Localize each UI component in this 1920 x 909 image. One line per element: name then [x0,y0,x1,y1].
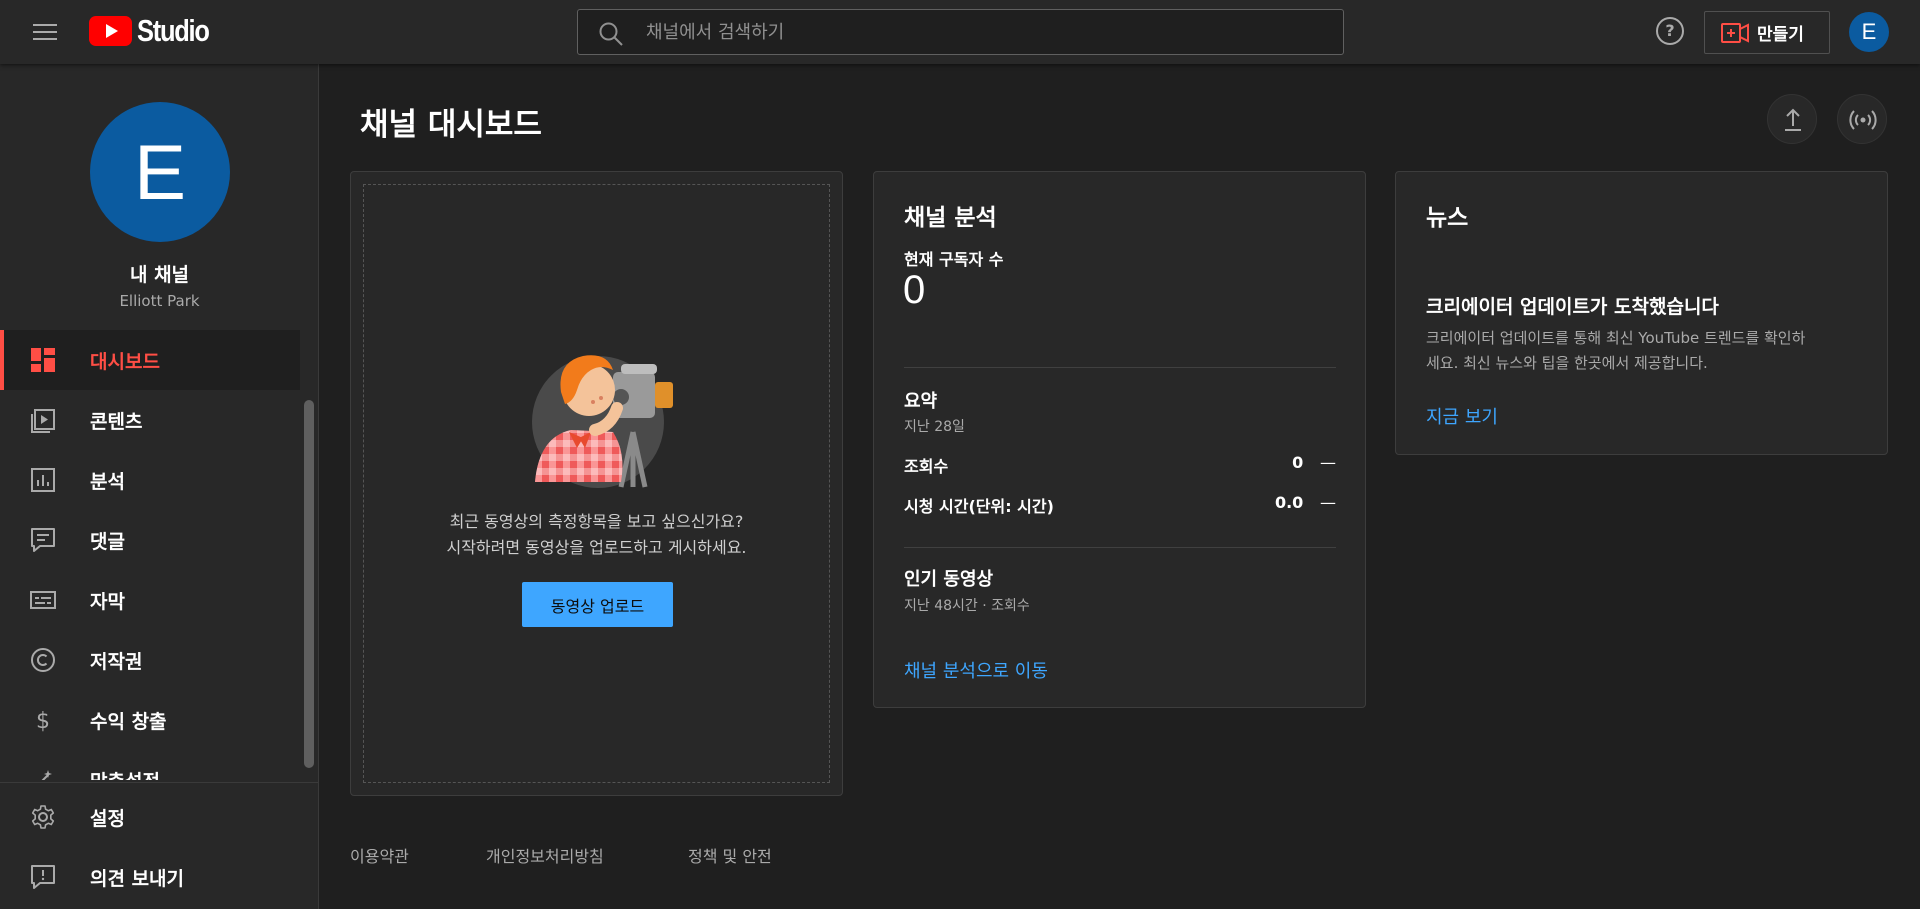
metric-label: 조회수 [904,457,949,476]
summary-period: 지난 28일 [904,419,965,435]
metric-label: 시청 시간(단위: 시간) [904,497,1054,516]
terms-link[interactable]: 이용약관 [350,843,409,867]
sidebar-item-label: 수익 창출 [90,710,167,733]
news-card: 뉴스 크리에이터 업데이트가 도착했습니다 크리에이터 업데이트를 통해 최신 … [1395,171,1888,455]
sidebar-item-label: 댓글 [90,530,125,553]
channel-avatar[interactable]: E [90,102,230,242]
comments-icon [31,528,55,552]
sidebar: E 내 채널 Elliott Park 대시보드 콘텐츠 분석 댓글 자막 저작… [0,64,319,909]
create-video-icon [1721,22,1749,43]
page-title: 채널 대시보드 [360,107,542,143]
sidebar-item-label: 설정 [90,807,125,830]
channel-analytics-card: 채널 분석 현재 구독자 수 0 요약 지난 28일 조회수 0 — 시청 시간… [873,171,1366,708]
upload-prompt-line2: 시작하려면 동영상을 업로드하고 게시하세요. [446,538,747,557]
sidebar-item-label: 대시보드 [90,350,160,373]
sidebar-item-feedback[interactable]: 의견 보내기 [0,847,318,907]
feedback-icon [31,865,55,889]
youtube-logo-icon [89,16,132,46]
sidebar-item-label: 콘텐츠 [90,410,143,433]
subtitles-icon [30,591,56,609]
sidebar-item-analytics[interactable]: 분석 [0,450,300,510]
sidebar-item-dashboard[interactable]: 대시보드 [0,330,300,390]
analytics-icon [31,468,55,492]
metric-value: 0 — [1292,453,1336,472]
metric-row-views: 조회수 0 — [904,453,1336,477]
dashboard-icon [31,348,55,372]
sidebar-item-label: 저작권 [90,650,143,673]
search-icon[interactable] [598,21,624,47]
sidebar-item-customization[interactable]: 맞춤설정 [0,750,300,780]
news-body-line2: 세요. 최신 뉴스와 팁을 한곳에서 제공합니다. [1426,354,1708,372]
upload-card: 최근 동영상의 측정항목을 보고 싶으신가요? 시작하려면 동영상을 업로드하고… [350,171,843,796]
top-videos-subtitle: 지난 48시간 · 조회수 [904,598,1030,614]
channel-name: Elliott Park [119,292,200,310]
policy-safety-link[interactable]: 정책 및 안전 [688,843,772,867]
monetization-icon: $ [36,709,50,733]
sidebar-item-copyright[interactable]: 저작권 [0,630,300,690]
summary-title: 요약 [904,391,938,412]
news-body-line1: 크리에이터 업데이트를 통해 최신 YouTube 트렌드를 확인하 [1426,329,1806,347]
sidebar-nav: 대시보드 콘텐츠 분석 댓글 자막 저작권 $ 수익 창출 [0,330,300,780]
sidebar-item-content[interactable]: 콘텐츠 [0,390,300,450]
live-stream-icon [1849,110,1877,130]
analytics-card-title: 채널 분석 [904,205,997,231]
create-button[interactable]: 만들기 [1704,11,1830,54]
top-videos-title: 인기 동영상 [904,569,994,590]
create-button-label: 만들기 [1757,25,1804,45]
logo-text: Studio [137,13,210,48]
upload-video-cta[interactable]: 동영상 업로드 [522,582,673,627]
sidebar-item-monetization[interactable]: $ 수익 창출 [0,690,300,750]
sidebar-bottom: 설정 의견 보내기 [0,782,318,909]
sidebar-item-label: 분석 [90,470,125,493]
upload-video-button[interactable] [1767,94,1817,144]
sidebar-item-subtitles[interactable]: 자막 [0,570,300,630]
view-now-link[interactable]: 지금 보기 [1426,403,1498,429]
sidebar-item-settings[interactable]: 설정 [0,787,318,847]
upload-icon [1785,108,1801,131]
sidebar-item-label: 맞춤설정 [90,767,160,781]
search-box[interactable] [577,9,1344,55]
svg-text:$: $ [36,709,50,733]
divider [904,367,1336,368]
help-icon[interactable]: ? [1656,17,1684,45]
sidebar-item-label: 자막 [90,590,125,613]
content-icon [31,409,55,433]
customization-icon [41,770,52,780]
top-app-bar: Studio ? 만들기 E [0,0,1920,64]
news-headline: 크리에이터 업데이트가 도착했습니다 [1426,296,1719,318]
upload-prompt-line1: 최근 동영상의 측정항목을 보고 싶으신가요? [449,512,744,531]
sidebar-scrollbar[interactable] [304,400,314,768]
go-live-button[interactable] [1837,94,1887,144]
account-avatar[interactable]: E [1849,12,1889,52]
copyright-icon [31,648,55,672]
divider [904,547,1336,548]
sidebar-item-comments[interactable]: 댓글 [0,510,300,570]
metric-row-watch-time: 시청 시간(단위: 시간) 0.0 — [904,493,1336,517]
menu-icon[interactable] [28,18,62,46]
youtube-studio-logo[interactable]: Studio [89,13,224,48]
go-to-analytics-link[interactable]: 채널 분석으로 이동 [904,657,1048,683]
news-card-title: 뉴스 [1426,205,1469,231]
camera-operator-illustration [532,355,673,488]
current-subscribers-value: 0 [903,268,926,312]
channel-label: 내 채널 [129,264,190,286]
sidebar-item-label: 의견 보내기 [90,867,185,890]
privacy-policy-link[interactable]: 개인정보처리방침 [486,843,604,867]
current-subscribers-label: 현재 구독자 수 [904,250,1004,269]
settings-icon [31,805,55,829]
metric-value: 0.0 — [1274,493,1336,512]
search-input[interactable] [646,16,1326,48]
